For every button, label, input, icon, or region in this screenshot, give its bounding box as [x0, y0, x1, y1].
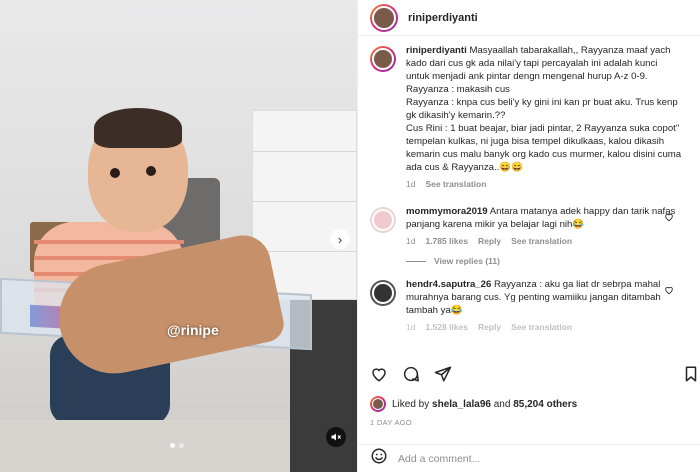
- comment-username[interactable]: mommymora2019: [406, 206, 488, 217]
- mute-button[interactable]: [326, 427, 346, 447]
- caption-line: untuk menjadi ank pintar dengn mengenal …: [406, 71, 648, 82]
- caption-time: 1d: [406, 179, 416, 189]
- photo-eye: [146, 166, 156, 176]
- see-translation-link[interactable]: See translation: [511, 321, 572, 334]
- post-media[interactable]: @rinipe ›: [0, 0, 357, 472]
- share-button[interactable]: [434, 365, 452, 388]
- post-side-panel: riniperdiyanti riniperdiyanti Masyaallah…: [357, 0, 700, 472]
- smiley-icon: [371, 448, 387, 464]
- carousel-dot: [179, 443, 184, 448]
- carousel-dot: [170, 443, 175, 448]
- post-actions: [370, 362, 700, 390]
- post-header: riniperdiyanti: [358, 0, 700, 36]
- caption-line: Rayyanza : knpa cus beli'y ky gini ini k…: [406, 97, 678, 108]
- photo-baby-hair: [94, 108, 182, 148]
- reply-button[interactable]: Reply: [478, 235, 501, 248]
- carousel-next-button[interactable]: ›: [330, 229, 350, 249]
- photo-eye: [110, 168, 120, 178]
- chevron-right-icon: ›: [337, 231, 343, 247]
- caption-line: tempelan kulkas, ni juga bisa tempel dik…: [406, 136, 665, 147]
- liker-username[interactable]: shela_lala96: [432, 399, 491, 410]
- heart-icon: [372, 367, 386, 382]
- comments-scroll-area[interactable]: riniperdiyanti Masyaallah tabarakallah,,…: [358, 44, 700, 352]
- likes-and: and: [493, 398, 511, 410]
- heart-icon[interactable]: [664, 282, 674, 295]
- avatar[interactable]: [370, 3, 398, 32]
- likes-others[interactable]: 85,204 others: [513, 399, 577, 410]
- caption-line: gk dikasih'y kemarin.??: [406, 110, 506, 121]
- comment-input[interactable]: [398, 452, 678, 465]
- speaker-muted-icon: [331, 433, 341, 441]
- post-date: 1 DAY AGO: [370, 418, 413, 427]
- comment-item: mommymora2019 Antara matanya adek happy …: [370, 205, 688, 248]
- likes-summary: Liked by shela_lala96 and 85,204 others: [370, 396, 577, 412]
- view-replies-button[interactable]: View replies (11): [406, 256, 688, 266]
- caption-line: Cus Rini : 1 buat beajar, biar jadi pint…: [406, 123, 680, 134]
- comment-text: Antara matanya adek happy dan tarik nafa…: [489, 206, 676, 217]
- add-comment-bar: [358, 444, 700, 472]
- comment-text: Rayyanza : aku ga liat dr sebrpa mahal: [494, 279, 661, 290]
- comment-time: 1d: [406, 236, 416, 246]
- caption-line: ada cus & Rayyanza..😄😄: [406, 162, 524, 173]
- comment-likes[interactable]: 1.528 likes: [425, 321, 468, 334]
- comment-bubble-icon: [403, 366, 419, 381]
- emoji-button[interactable]: [370, 447, 388, 470]
- comment-time: 1d: [406, 322, 416, 332]
- caption-line: Masyaallah tabarakallah,, Rayyanza maaf …: [469, 45, 671, 56]
- avatar[interactable]: [370, 46, 396, 72]
- reply-button[interactable]: Reply: [478, 321, 501, 334]
- comment-text: tambah ya😂: [406, 305, 463, 316]
- comment-text: murahnya barang cus. Yg penting wamiiku …: [406, 292, 661, 303]
- comment-likes[interactable]: 1.785 likes: [425, 235, 468, 248]
- see-translation-link[interactable]: See translation: [511, 235, 572, 248]
- view-replies-label: View replies (11): [434, 256, 500, 266]
- comment-text: panjang karena mikir ya belajar lagi nih…: [406, 219, 585, 230]
- instagram-post: @rinipe › riniperdiyanti riniperdiyanti …: [0, 0, 700, 472]
- paper-plane-icon: [434, 366, 452, 381]
- caption-line: kemarin cus malu banyk org kado cus murm…: [406, 149, 682, 160]
- comment-item: hendr4.saputra_26 Rayyanza : aku ga liat…: [370, 278, 688, 334]
- caption-entry: riniperdiyanti Masyaallah tabarakallah,,…: [370, 44, 688, 191]
- media-watermark: @rinipe: [167, 322, 219, 338]
- save-button[interactable]: [682, 365, 700, 388]
- avatar[interactable]: [370, 280, 396, 306]
- carousel-indicator: [170, 443, 184, 448]
- avatar[interactable]: [370, 207, 396, 233]
- caption-line: kado dari cus gk ada nilai'y tapi percay…: [406, 58, 658, 69]
- see-translation-link[interactable]: See translation: [425, 178, 486, 191]
- heart-icon[interactable]: [664, 209, 674, 222]
- caption-username[interactable]: riniperdiyanti: [406, 45, 467, 56]
- like-button[interactable]: [370, 365, 388, 388]
- likes-prefix: Liked by: [392, 398, 430, 410]
- bookmark-icon: [685, 366, 697, 381]
- comment-username[interactable]: hendr4.saputra_26: [406, 279, 491, 290]
- post-username[interactable]: riniperdiyanti: [408, 12, 478, 24]
- liker-avatar[interactable]: [370, 396, 386, 412]
- caption-line: Rayyanza : makasih cus: [406, 84, 510, 95]
- comment-button[interactable]: [402, 365, 420, 388]
